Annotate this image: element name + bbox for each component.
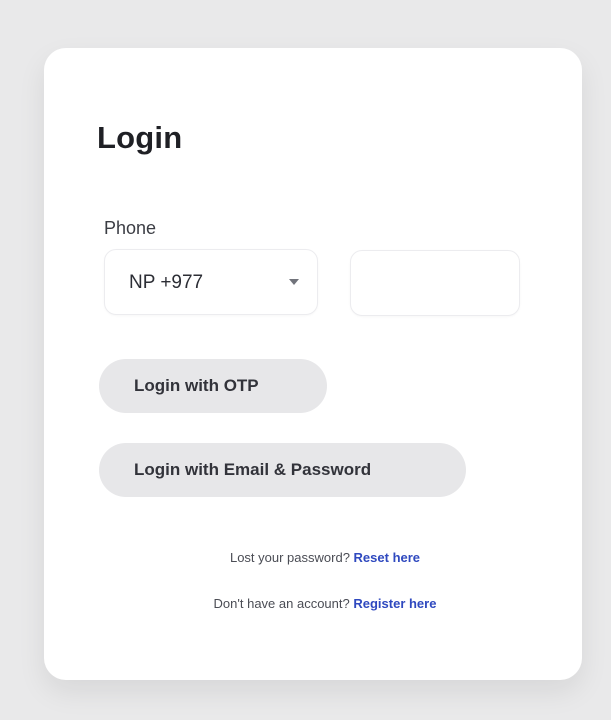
reset-password-link[interactable]: Reset here xyxy=(354,550,420,565)
lost-password-text: Lost your password? xyxy=(229,550,350,565)
login-with-otp-button[interactable]: Login with OTP xyxy=(99,359,327,413)
no-account-text: Don't have an account? xyxy=(213,596,350,611)
lost-password-row: Lost your password? Reset here xyxy=(56,550,594,565)
phone-number-input[interactable] xyxy=(350,250,520,316)
login-page: Login Phone NP +977 Login with OTP Login… xyxy=(0,0,611,720)
register-row: Don't have an account? Register here xyxy=(56,596,594,611)
chevron-down-icon xyxy=(289,279,299,285)
page-title: Login xyxy=(97,120,183,155)
phone-label: Phone xyxy=(104,218,157,238)
country-code-value: NP +977 xyxy=(129,272,204,293)
login-with-email-password-button[interactable]: Login with Email & Password xyxy=(99,443,466,497)
register-link[interactable]: Register here xyxy=(353,596,436,611)
country-code-select[interactable]: NP +977 xyxy=(104,249,318,315)
